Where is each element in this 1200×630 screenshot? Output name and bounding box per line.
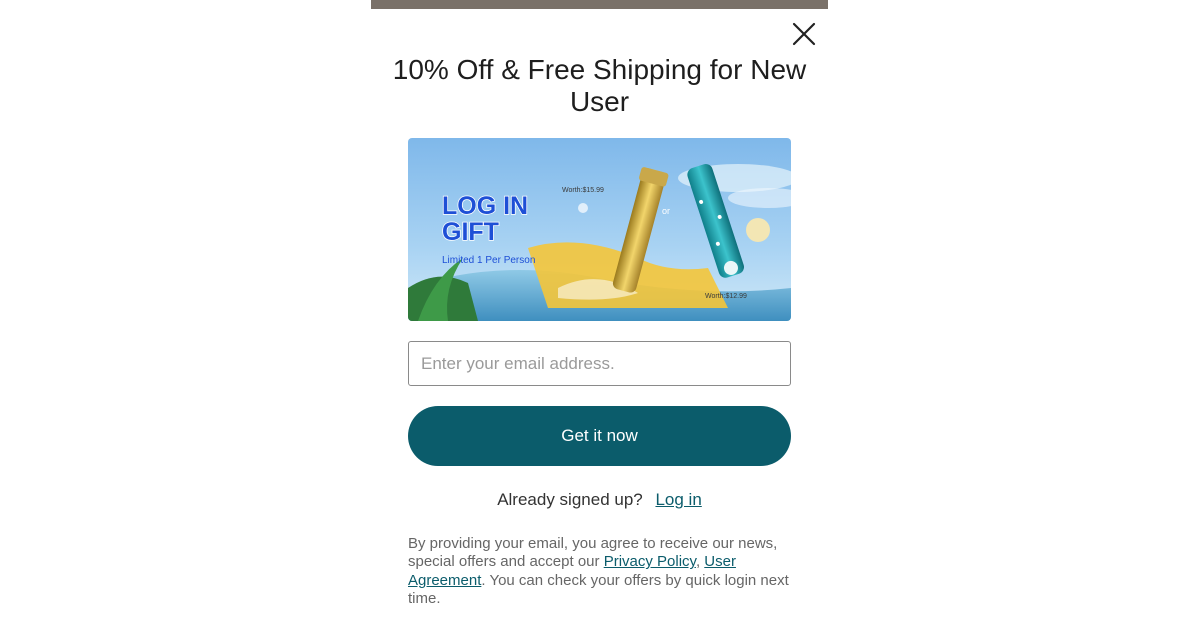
close-button[interactable]: [789, 19, 819, 49]
modal-title: 10% Off & Free Shipping for New User: [392, 54, 807, 117]
banner-headline-line1: LOG IN: [442, 192, 528, 220]
login-link[interactable]: Log in: [655, 490, 701, 509]
banner-headline-line2: GIFT: [442, 218, 499, 246]
background-page-strip: [371, 0, 828, 9]
get-it-now-button[interactable]: Get it now: [408, 406, 791, 466]
login-gift-banner: LOG IN GIFT Limited 1 Per Person Worth:$…: [408, 138, 791, 321]
disclaimer-comma: ,: [695, 553, 701, 571]
privacy-policy-link[interactable]: Privacy Policy: [604, 553, 696, 570]
banner-worth-left: Worth:$15.99: [562, 187, 604, 194]
banner-subline: Limited 1 Per Person: [442, 255, 535, 266]
already-signed-up-text: Already signed up?: [497, 490, 643, 509]
close-icon: [792, 22, 816, 46]
signup-modal: 10% Off & Free Shipping for New User LOG…: [371, 9, 828, 630]
already-signed-up-row: Already signed up? Log in: [371, 490, 828, 510]
banner-worth-right: Worth:$12.99: [705, 293, 747, 300]
email-input[interactable]: [408, 341, 791, 386]
disclaimer-text: By providing your email, you agree to re…: [408, 535, 798, 608]
banner-or-label: or: [662, 206, 670, 216]
